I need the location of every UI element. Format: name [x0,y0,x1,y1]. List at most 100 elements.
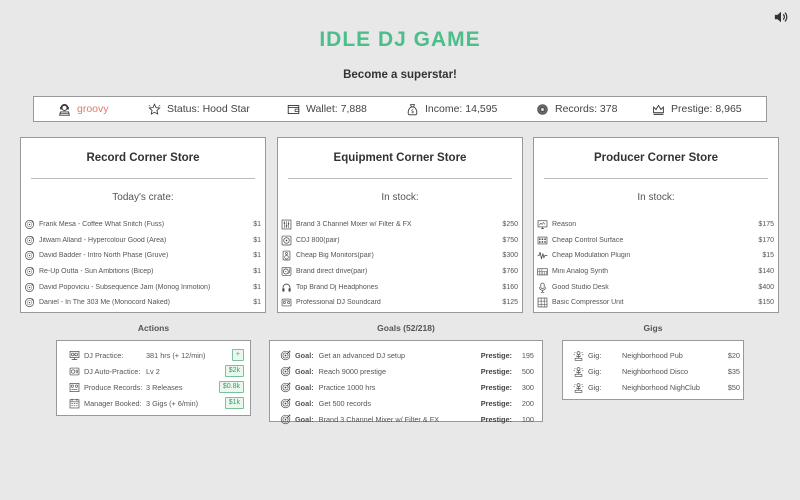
gig-venue: Neighborhood Pub [622,350,683,360]
calendar-icon [69,398,80,408]
actions-panel: DJ Practice: 381 hrs (+ 12/min) + DJ Auto-P… [56,340,251,416]
soundcard-icon [281,298,292,307]
record-store-panel: Record Corner Store Today's crate: Frank… [20,137,266,313]
auto-practice-button[interactable]: $2k [224,365,244,377]
mood-stat: groovy [58,97,109,121]
record-icon [25,267,34,277]
action-row: Manager Booked: 3 Gigs (+ 6/min) $1k [69,395,244,411]
store-item[interactable]: David Popoviciu - Subsequence Jam (Monog… [21,279,265,295]
item-name: Re-Up Outta - Sun Ambitions (Bicep) [39,268,154,276]
goal-row[interactable]: Goal: Reach 9000 prestige Prestige: 500 [280,363,534,379]
goal-text: Get 500 records [318,398,371,408]
item-name: Top Brand Dj Headphones [296,283,379,291]
action-value: 3 Releases [146,382,183,392]
store-item[interactable]: Cheap Modulation Plugin $15 [534,248,778,264]
store-item[interactable]: Cheap Control Surface $170 [534,233,778,249]
mood-value: groovy [77,103,109,115]
dj-practice-button[interactable]: + [231,349,244,361]
goal-label: Goal: [295,366,314,376]
goal-row[interactable]: Goal: Get 500 records Prestige: 200 [280,395,534,411]
item-price: $170 [758,236,774,244]
records-value: Records: 378 [555,103,618,115]
microphone-icon [539,282,546,293]
prestige-value: Prestige: 8,965 [671,103,742,115]
gig-row[interactable]: Gig: Neighborhood Pub $20 [573,347,740,363]
gig-venue: Neighborhood NighClub [622,382,700,392]
item-name: Cheap Control Surface [552,236,624,244]
divider [544,178,768,179]
store-item[interactable]: Re-Up Outta - Sun Ambitions (Bicep) $1 [21,264,265,280]
goal-row[interactable]: Goal: Get an advanced DJ setup Prestige: 19… [280,347,534,363]
item-name: Mini Analog Synth [552,268,609,276]
prestige-value: 195 [521,350,534,360]
record-icon [25,235,34,245]
action-row: Produce Records: 3 Releases $0.8k [69,379,244,395]
record-icon [25,251,34,261]
store-subtitle: In stock: [381,192,419,203]
income-stat: $ Income: 14,595 [406,97,497,121]
wallet-value: Wallet: 7,888 [306,103,367,115]
equipment-store-panel: Equipment Corner Store In stock: Brand 3… [277,137,523,313]
store-item[interactable]: David Badder - Intro North Phase (Gruve)… [21,248,265,264]
gigs-panel: Gig: Neighborhood Pub $20 Gig: Neighborhood … [562,340,744,400]
store-item[interactable]: Basic Compressor Unit $150 [534,295,778,311]
store-item[interactable]: Frank Mesa - Coffee What Snitch (Fuss) $1 [21,217,265,233]
dj-mood-icon [59,103,70,116]
store-item[interactable]: Brand direct drive(pair) $760 [278,264,522,280]
goal-row[interactable]: Goal: Practice 1000 hrs Prestige: 300 [280,379,534,395]
store-item[interactable]: Good Studio Desk $400 [534,279,778,295]
item-name: Reason [552,221,577,229]
cdj-icon [281,235,292,246]
action-row: DJ Practice: 381 hrs (+ 12/min) + [69,347,244,363]
money-bag-icon: $ [407,103,418,115]
store-item[interactable]: Professional DJ Soundcard $125 [278,295,522,311]
item-price: $750 [502,236,518,244]
gig-label: Gig: [588,350,602,360]
prestige-label: Prestige: [480,414,512,424]
speaker-icon [282,251,291,261]
svg-text:$: $ [411,109,414,115]
action-label: Manager Booked: [84,398,142,408]
item-name: Cheap Modulation Plugin [552,252,631,260]
dj-gig-icon [573,350,584,361]
gig-row[interactable]: Gig: Neighborhood NighClub $50 [573,379,740,395]
store-item[interactable]: Cheap Big Monitors(pair) $300 [278,248,522,264]
item-name: David Popoviciu - Subsequence Jam (Monog… [39,283,211,291]
item-price: $150 [758,299,774,307]
gig-row[interactable]: Gig: Neighborhood Disco $35 [573,363,740,379]
game-title: IDLE DJ GAME [319,28,481,51]
income-value: Income: 14,595 [425,103,498,115]
store-title: Producer Corner Store [594,152,718,164]
item-price: $250 [502,221,518,229]
action-value: 381 hrs (+ 12/min) [146,350,206,360]
store-item[interactable]: Reason $175 [534,217,778,233]
item-name: Professional DJ Soundcard [296,299,381,307]
prestige-label: Prestige: [480,398,512,408]
gigs-list: Gig: Neighborhood Pub $20 Gig: Neighborhood … [573,347,740,395]
item-price: $175 [758,221,774,229]
store-item[interactable]: Mini Analog Synth $140 [534,264,778,280]
volume-icon[interactable] [774,10,788,24]
item-name: David Badder - Intro North Phase (Gruve) [39,252,169,260]
gigs-label: Gigs [643,323,663,333]
goals-label: Goals (52/218) [377,323,435,333]
store-item[interactable]: Daniel - In The 303 Me (Monocord Naked) $… [21,295,265,311]
dj-gig-icon [573,382,584,393]
store-item[interactable]: CDJ 800(pair) $750 [278,233,522,249]
divider [288,178,512,179]
wallet-icon [287,104,300,114]
prestige-label: Prestige: [480,350,512,360]
store-item[interactable]: Jitwam Alland - Hypercolour Good (Area) $… [21,233,265,249]
store-item[interactable]: Brand 3 Channel Mixer w/ Filter & FX $250 [278,217,522,233]
item-price: $125 [502,299,518,307]
store-subtitle: In stock: [637,192,675,203]
item-name: Cheap Big Monitors(pair) [296,252,374,260]
manager-book-button[interactable]: $1k [224,397,244,409]
goal-row[interactable]: Goal: Brand 3 Channel Mixer w/ Filter & F… [280,411,534,427]
goal-icon [280,350,291,360]
store-item[interactable]: Top Brand Dj Headphones $160 [278,279,522,295]
item-price: $140 [758,268,774,276]
produce-records-button[interactable]: $0.8k [218,381,244,393]
goal-label: Goal: [295,382,314,392]
store-subtitle: Today's crate: [112,192,174,203]
